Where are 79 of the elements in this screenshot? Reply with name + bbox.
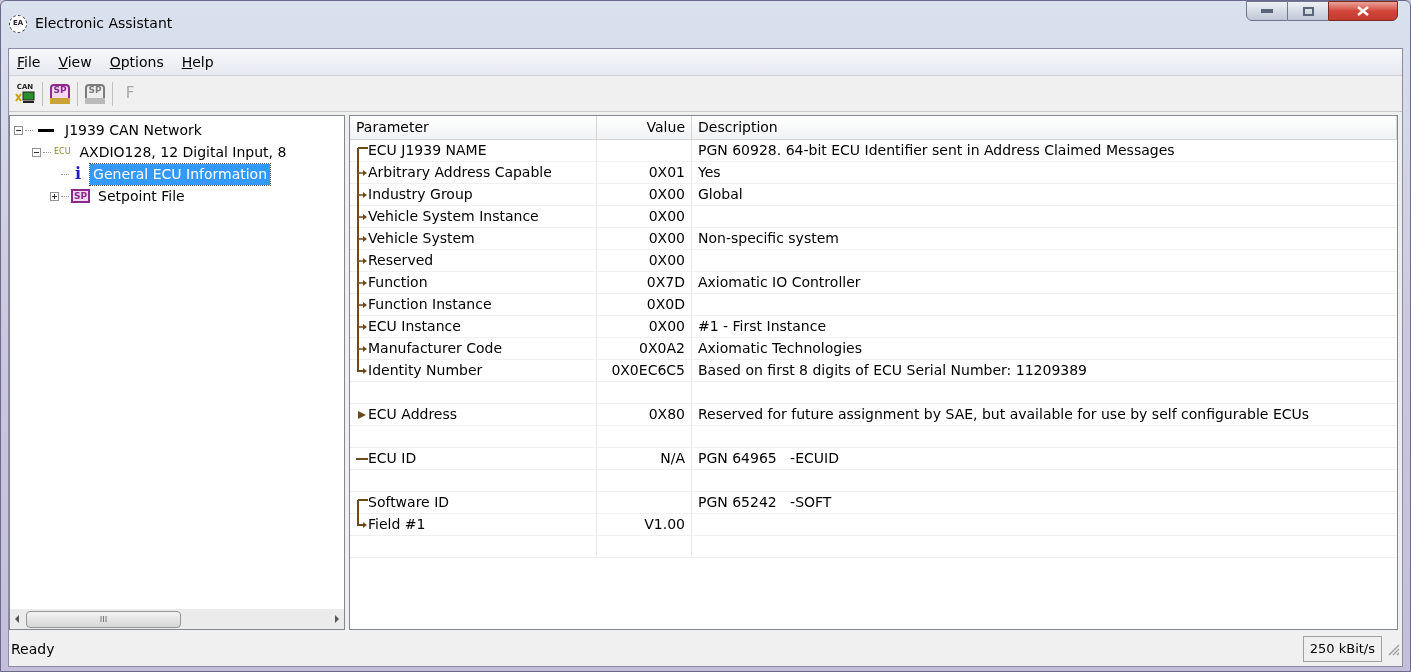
minimize-button[interactable] [1246,1,1288,21]
table-cell-text: ECU Instance [368,317,461,336]
close-icon [1357,6,1369,16]
column-header[interactable]: Parameter [350,116,597,139]
scroll-right-icon[interactable] [334,615,340,623]
table-cell-text: 0X0D [646,295,685,314]
menu-item[interactable]: Options [107,51,166,73]
table-cell-text: 0X0A2 [639,339,685,358]
table-cell-text: Yes [698,163,721,182]
ecu-icon: ECU [53,146,72,158]
maximize-icon [1302,6,1314,16]
menu-item[interactable]: View [56,51,94,73]
table-cell-text: V1.00 [644,515,685,534]
table-cell-text: PGN 60928. 64-bit ECU Identifier sent in Address Claimed Messages [698,141,1175,160]
window-title: Electronic Assistant [35,14,173,33]
table-cell-text: 0X01 [648,163,685,182]
table-cell-text: Vehicle System Instance [368,207,539,226]
maximize-button[interactable] [1288,1,1328,21]
table-cell-text: #1 - First Instance [698,317,827,336]
setpoint-icon: SP [71,189,91,203]
info-icon: i [71,166,86,182]
table-cell-text: 0X7D [646,273,685,292]
table-cell-text: Non-specific system [698,229,839,248]
table-cell-text: Reserved for future assignment by SAE, but available for use by self configurable ECUs [698,405,1310,424]
tree-connector-icon [354,228,368,250]
table-cell-text: Manufacturer Code [368,339,503,358]
table-cell-text: Industry Group [368,185,473,204]
table-cell-text: PGN 64965 -ECUID [698,449,839,468]
table-cell-text: 0X00 [648,251,685,270]
tree-connector-icon [354,456,368,461]
table-cell-text: 0X0EC6C5 [611,361,685,380]
baud-rate-text: 250 kBit/s [1302,636,1382,662]
table-cell-text: Based on first 8 digits of ECU Serial Number: 11209389 [698,361,1087,380]
table-cell-text: Arbitrary Address Capable [368,163,552,182]
menu-item[interactable]: File [15,51,43,73]
menu-item[interactable]: Help [179,51,216,73]
tree-connector-icon [354,272,368,294]
collapse-icon[interactable] [14,125,23,135]
column-header[interactable]: Description [692,116,1397,139]
table-cell-text: Software ID [368,493,450,512]
table-cell-text: ECU J1939 NAME [368,141,487,160]
tree-connector-icon [354,162,368,184]
scroll-left-icon[interactable] [14,615,20,623]
tree-connector-icon [354,206,368,228]
table-cell-text: 0X00 [648,207,685,226]
tree-connector-icon [354,250,368,272]
table-cell-text: 0X80 [648,405,685,424]
table-cell-text: PGN 65242 -SOFT [698,493,832,512]
horizontal-scrollbar[interactable] [10,609,344,629]
table-cell-text: ECU Address [368,405,458,424]
table-cell-text: Identity Number [368,361,483,380]
resize-grip-icon[interactable] [1386,642,1400,656]
table-cell-text: 0X00 [648,229,685,248]
minimize-icon [1261,9,1273,13]
tree-item[interactable]: Setpoint File [95,185,188,207]
table-cell-text: 0X00 [648,317,685,336]
table-cell-text: Global [698,185,743,204]
table-cell-text: Reserved [368,251,434,270]
table-cell-text: Axiomatic Technologies [698,339,862,358]
table-cell-text: N/A [660,449,685,468]
tree-connector-icon [354,184,368,206]
scrollbar-thumb[interactable] [26,610,181,628]
grip-icon [100,616,107,622]
table-cell-text: Axiomatic IO Controller [698,273,861,292]
tree-item[interactable]: J1939 CAN Network [62,119,205,141]
close-button[interactable] [1328,1,1398,21]
collapse-icon[interactable] [32,147,41,157]
table-cell-text: Function [368,273,428,292]
table-cell-text: Vehicle System [368,229,475,248]
table-cell-text: Function Instance [368,295,492,314]
tree-item[interactable]: AXDIO128, 12 Digital Input, 8 [76,141,290,163]
table-cell-text: ECU ID [368,449,417,468]
status-text: Ready [11,639,55,659]
expand-icon[interactable] [50,191,59,201]
tree-connector-icon [354,294,368,316]
table-cell-text: 0X00 [648,185,685,204]
tree-connector-icon [354,316,368,338]
column-header[interactable]: Value [597,116,692,139]
table-cell-text: Field #1 [368,515,426,534]
